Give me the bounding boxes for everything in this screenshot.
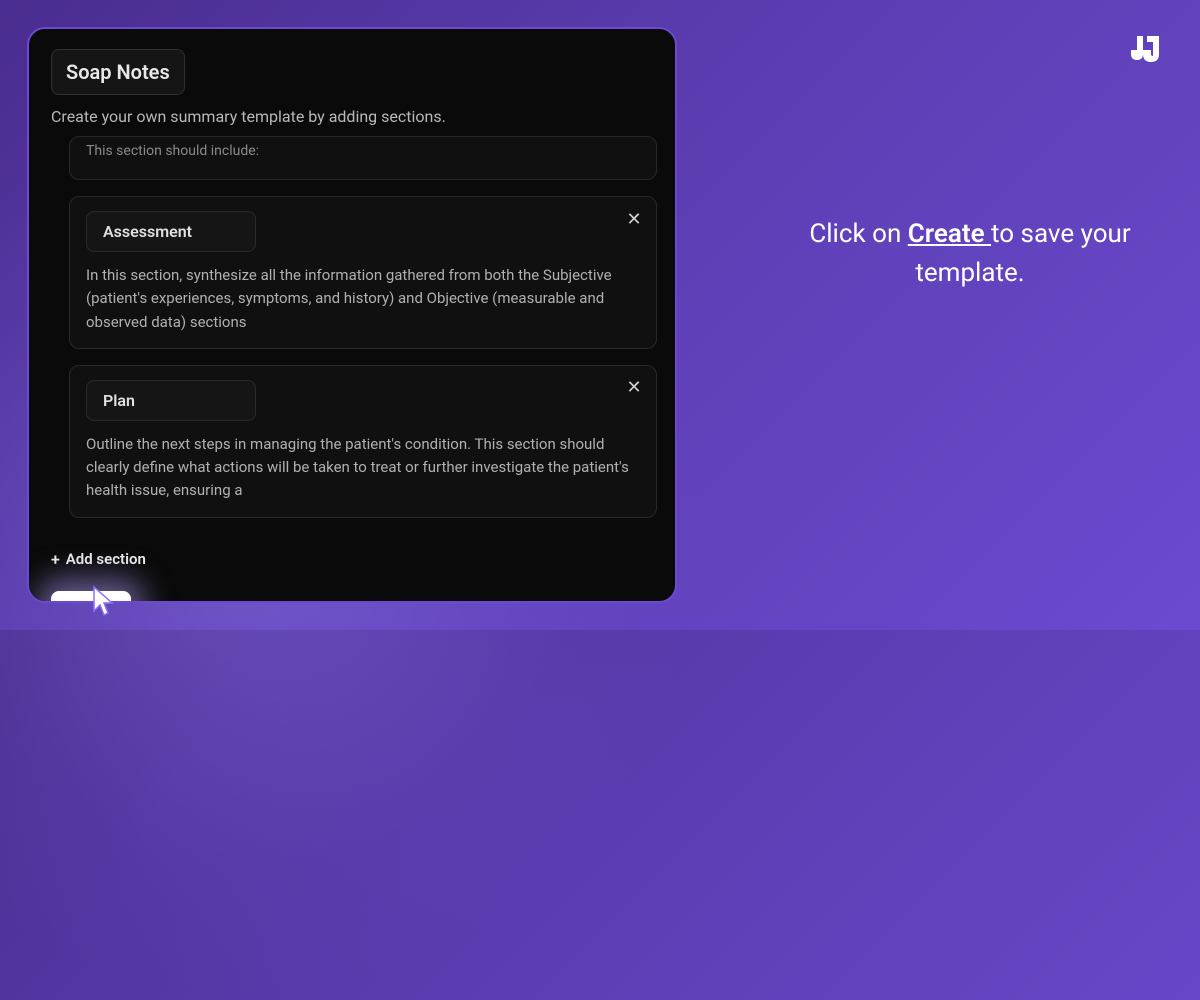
add-section-button[interactable]: + Add section xyxy=(51,542,146,577)
section-card-plan: ✕ Plan Outline the next steps in managin… xyxy=(69,365,657,518)
section-name-input[interactable]: Assessment xyxy=(86,211,256,252)
instruction-highlight: Create xyxy=(908,219,991,249)
add-section-label: Add section xyxy=(66,550,146,568)
instruction-text: Click on Create to save your template. xyxy=(770,215,1170,293)
section-card-assessment: ✕ Assessment In this section, synthesize… xyxy=(69,196,657,349)
section-card-partial: This section should include: xyxy=(69,136,657,180)
section-include-label: This section should include: xyxy=(86,143,640,159)
close-icon[interactable]: ✕ xyxy=(624,209,644,229)
brand-logo xyxy=(1125,30,1165,70)
section-content-text[interactable]: Outline the next steps in managing the p… xyxy=(86,433,640,503)
template-editor-panel: Soap Notes Create your own summary templ… xyxy=(27,27,677,603)
template-title-input[interactable]: Soap Notes xyxy=(51,49,185,95)
close-icon[interactable]: ✕ xyxy=(624,378,644,398)
section-name-input[interactable]: Plan xyxy=(86,380,256,421)
section-content-text[interactable]: In this section, synthesize all the info… xyxy=(86,264,640,334)
plus-icon: + xyxy=(51,550,60,569)
cursor-icon xyxy=(92,585,118,617)
panel-subtitle: Create your own summary template by addi… xyxy=(51,107,655,126)
